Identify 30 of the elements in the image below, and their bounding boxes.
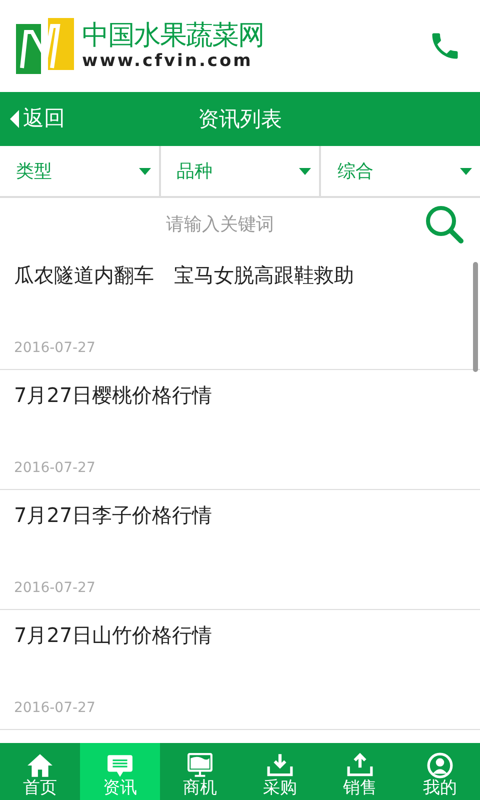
tab-bar-item[interactable]: 销售 [320, 743, 400, 800]
tab-bar-item[interactable]: 商机 [160, 743, 240, 800]
article-date: 2016-07-27 [14, 579, 96, 598]
caret-icon [299, 168, 312, 174]
article-date: 2016-07-27 [14, 459, 96, 478]
article-date: 2016-07-27 [14, 699, 96, 718]
caret-icon [138, 168, 151, 174]
tab-bar-item[interactable]: 我的 [400, 743, 480, 800]
search-field[interactable]: 请输入关键词 [16, 210, 424, 238]
back-caret-icon [10, 110, 19, 128]
chat-icon [105, 752, 135, 780]
article-title[interactable]: 7月27日山竹价格行情 [14, 620, 466, 650]
site-url: www.cfvin.com [82, 53, 254, 70]
scrollbar-thumb[interactable] [473, 262, 478, 372]
monitor-icon [185, 752, 215, 780]
user-icon [425, 752, 455, 780]
home-icon [25, 752, 55, 780]
search-icon[interactable] [424, 204, 464, 244]
back-button[interactable]: 返回 [0, 103, 65, 135]
caret-icon [460, 168, 472, 174]
logo-icon [16, 18, 74, 74]
page-title: 资讯列表 [198, 106, 282, 133]
article-title[interactable]: 7月27日樱桃价格行情 [14, 380, 466, 410]
article-title[interactable]: 瓜农隧道内翻车 宝马女脱高跟鞋救助 [14, 260, 466, 290]
site-name: 中国水果蔬菜网 [82, 22, 264, 49]
tab-bar-item[interactable]: 采购 [240, 743, 320, 800]
tab-bar-item[interactable]: 首页 [0, 743, 80, 800]
article-title[interactable]: 7月27日李子价格行情 [14, 500, 466, 530]
tab-bar-item[interactable]: 资讯 [80, 743, 160, 800]
article-date: 2016-07-27 [14, 339, 96, 358]
